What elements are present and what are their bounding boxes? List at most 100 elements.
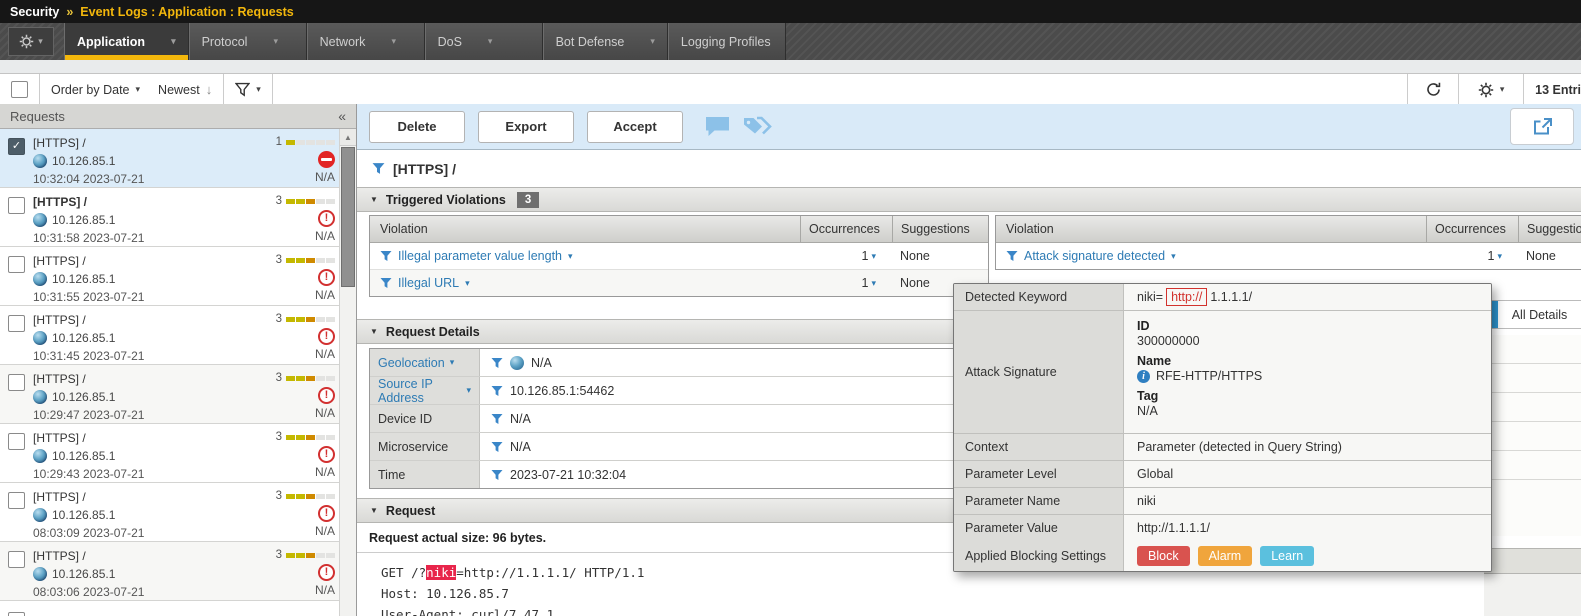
request-title: [HTTPS] / — [393, 160, 456, 177]
globe-icon — [33, 272, 47, 286]
chevron-down-icon: ▾ — [465, 277, 470, 288]
item-checkbox[interactable] — [8, 197, 25, 214]
severity-segment — [316, 316, 325, 322]
tab-list: Application ▾ Protocol ▾ Network ▾ DoS ▾ Bot Def… — [64, 23, 786, 60]
severity-segment — [286, 434, 295, 440]
tab-dos[interactable]: DoS ▾ — [424, 23, 543, 60]
item-checkbox[interactable] — [8, 433, 25, 450]
suggestions-cell: None — [1526, 249, 1556, 263]
item-checkbox[interactable] — [8, 256, 25, 273]
delete-button[interactable]: Delete — [369, 110, 465, 143]
violation-link[interactable]: Illegal parameter value length ▾ — [370, 249, 800, 263]
warning-icon: ! — [318, 446, 335, 463]
table-row — [1485, 451, 1581, 480]
occurrences-cell[interactable]: 1 ▾ — [800, 249, 892, 263]
request-list-item[interactable]: [HTTPS] / 10.126.85.1 10:29:43 2023-07-2… — [0, 424, 339, 483]
request-list-item[interactable]: [HTTPS] / 10.126.85.1 10:29:47 2023-07-2… — [0, 365, 339, 424]
request-list-item[interactable]: [HTTPS] / 10.126.85.1 08:03:06 2023-07-2… — [0, 542, 339, 601]
severity-segment — [326, 375, 335, 381]
severity-segment — [306, 493, 315, 499]
table-row — [1485, 480, 1581, 536]
export-button[interactable]: Export — [478, 110, 574, 143]
violation-link[interactable]: Illegal URL ▾ — [370, 276, 800, 290]
refresh-button[interactable] — [1407, 74, 1458, 105]
request-section-header[interactable]: ▼ Request — [357, 498, 989, 523]
breadcrumb-path[interactable]: Event Logs : Application : Requests — [80, 5, 293, 19]
request-list-item[interactable]: ✓ [HTTPS] / 10.126.85.1 10:32:04 2023-07… — [0, 129, 339, 188]
open-in-new-window-button[interactable] — [1510, 108, 1574, 145]
filter-icon[interactable] — [491, 469, 503, 481]
violation-name: Illegal parameter value length — [398, 249, 562, 263]
severity-segment — [296, 316, 305, 322]
scroll-up-arrow-icon[interactable]: ▲ — [340, 129, 356, 146]
request-details-section-header[interactable]: ▼ Request Details — [357, 319, 989, 344]
tabbar-gear-button[interactable]: ▾ — [8, 27, 54, 56]
popup-row: Parameter Level Global — [954, 461, 1491, 488]
item-rating: N/A — [314, 170, 335, 184]
comment-icon[interactable] — [704, 115, 731, 138]
violations-section-header[interactable]: ▼ Triggered Violations 3 — [357, 187, 1581, 212]
scrollbar-thumb[interactable] — [341, 147, 355, 287]
tab-protocol[interactable]: Protocol ▾ — [188, 23, 307, 60]
occurrences-cell[interactable]: 1 ▾ — [1426, 249, 1518, 263]
filter-icon[interactable] — [491, 441, 503, 453]
accept-button[interactable]: Accept — [587, 110, 683, 143]
popup-row: Parameter Name niki — [954, 488, 1491, 515]
chevron-down-icon: ▾ — [135, 84, 141, 94]
table-row — [1485, 422, 1581, 451]
request-list-item[interactable]: [HTTPS] / 10.126.85.1 10:31:45 2023-07-2… — [0, 306, 339, 365]
filter-dropdown[interactable]: ▾ — [224, 74, 273, 105]
chevron-down-icon: ▾ — [871, 277, 876, 288]
suggestions-cell: None — [900, 249, 930, 263]
item-checkbox[interactable] — [8, 374, 25, 391]
filter-icon[interactable] — [491, 385, 503, 397]
filter-icon[interactable] — [491, 413, 503, 425]
filter-icon[interactable] — [491, 357, 503, 369]
tab-bot-defense[interactable]: Bot Defense ▾ — [542, 23, 668, 60]
severity-bar — [286, 375, 335, 381]
occurrences-value: 1 — [861, 276, 869, 290]
sidebar-scrollbar[interactable]: ▲ — [339, 129, 356, 616]
field-name: ID — [1137, 319, 1150, 333]
request-details-table: Geolocation ▾ N/A Source IP Address ▾ 10… — [369, 348, 989, 489]
request-list-item[interactable]: [HTTPS] / 10.126.85.1 10:31:55 2023-07-2… — [0, 247, 339, 306]
item-rating: N/A — [314, 524, 335, 538]
tab-label: Bot Defense — [555, 34, 625, 49]
applied-blocking-row: Applied Blocking Settings Block Alarm Lear… — [954, 541, 1491, 571]
detail-row: Geolocation ▾ N/A — [370, 349, 988, 377]
globe-icon — [510, 355, 524, 370]
breadcrumb-bar: Security » Event Logs : Application : Re… — [0, 0, 1581, 23]
sort-cell: Order by Date ▾ Newest ↓ — [40, 74, 225, 105]
sort-direction-label[interactable]: Newest — [158, 83, 200, 97]
violation-link[interactable]: Attack signature detected ▾ — [996, 249, 1426, 263]
order-by-dropdown[interactable]: Order by Date — [51, 83, 130, 97]
detail-label: Geolocation — [378, 355, 445, 370]
requests-sidebar: Requests « ✓ [HTTPS] / 10.126.85.1 10:32… — [0, 104, 357, 616]
applied-blocking-label: Applied Blocking Settings — [954, 541, 1124, 571]
tab-application[interactable]: Application ▾ — [64, 23, 189, 60]
request-list-item[interactable]: [HTTPS] / 10.126.85.1 10:31:58 2023-07-2… — [0, 188, 339, 247]
tab-network[interactable]: Network ▾ — [306, 23, 425, 60]
violation-count: 3 — [275, 372, 282, 384]
item-checkbox[interactable] — [8, 551, 25, 568]
request-list-item[interactable]: [HTTPS] / 10.126.85.1 08:03:09 2023-07-2… — [0, 483, 339, 542]
item-checkbox[interactable] — [8, 612, 25, 616]
item-checkbox[interactable] — [8, 492, 25, 509]
request-list-item-partial[interactable] — [0, 601, 339, 616]
item-checkbox[interactable]: ✓ — [8, 138, 25, 155]
all-details-toggle[interactable]: All Details — [1484, 300, 1581, 329]
table-row — [1485, 335, 1581, 364]
filter-icon[interactable] — [372, 162, 385, 175]
keyword-highlight-box: http:// — [1166, 288, 1208, 306]
violation-name: Illegal URL — [398, 276, 460, 290]
settings-dropdown[interactable]: ▾ — [1458, 74, 1523, 105]
tags-icon[interactable] — [741, 115, 773, 138]
occurrences-cell[interactable]: 1 ▾ — [800, 276, 892, 290]
tab-logging-profiles[interactable]: Logging Profiles — [667, 23, 786, 60]
occurrences-value: 1 — [861, 249, 869, 263]
collapse-sidebar-button[interactable]: « — [338, 108, 346, 124]
select-all-checkbox[interactable] — [11, 81, 28, 98]
item-checkbox[interactable] — [8, 315, 25, 332]
info-icon[interactable]: i — [1137, 369, 1150, 383]
refresh-icon — [1425, 81, 1442, 98]
